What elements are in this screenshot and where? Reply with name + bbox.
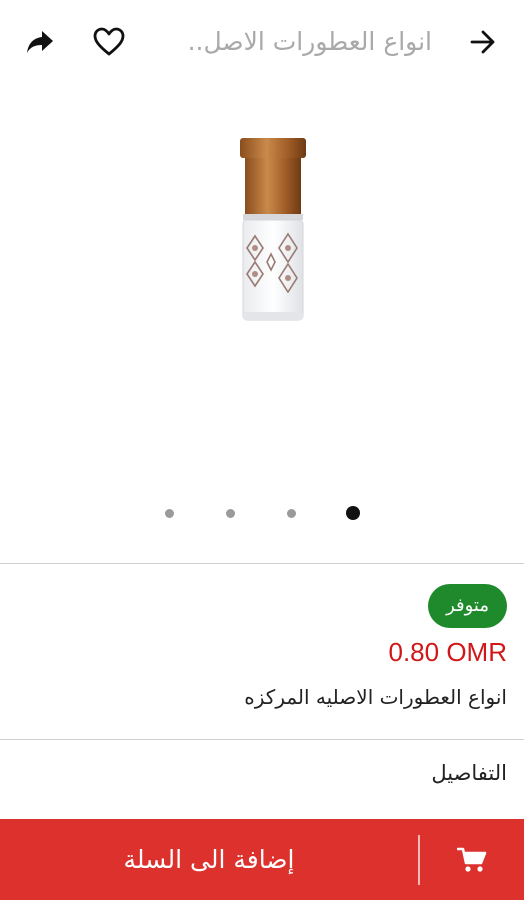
product-name: انواع العطورات الاصليه المركزه [244, 685, 507, 709]
add-to-cart-button[interactable]: إضافة الى السلة [0, 819, 418, 900]
shopping-cart-icon[interactable] [419, 819, 524, 900]
divider [0, 739, 524, 740]
divider [0, 563, 524, 564]
product-price: 0.80 OMR [388, 637, 508, 667]
details-section-title[interactable]: التفاصيل [431, 755, 507, 791]
top-app-bar: انواع العطورات الاصل.. [0, 0, 524, 84]
product-image [240, 138, 306, 321]
product-image-gallery[interactable] [0, 84, 524, 564]
share-icon[interactable] [20, 22, 60, 62]
heart-outline-icon[interactable] [89, 22, 129, 62]
bottom-action-bar: إضافة الى السلة [0, 819, 524, 900]
page-dot[interactable] [226, 509, 235, 518]
page-dot-active[interactable] [346, 506, 360, 520]
arrow-right-icon[interactable] [463, 22, 503, 62]
gallery-page-indicator [0, 504, 524, 524]
page-title: انواع العطورات الاصل.. [187, 27, 432, 56]
availability-badge: متوفر [428, 584, 507, 628]
page-dot[interactable] [287, 509, 296, 518]
page-dot[interactable] [165, 509, 174, 518]
